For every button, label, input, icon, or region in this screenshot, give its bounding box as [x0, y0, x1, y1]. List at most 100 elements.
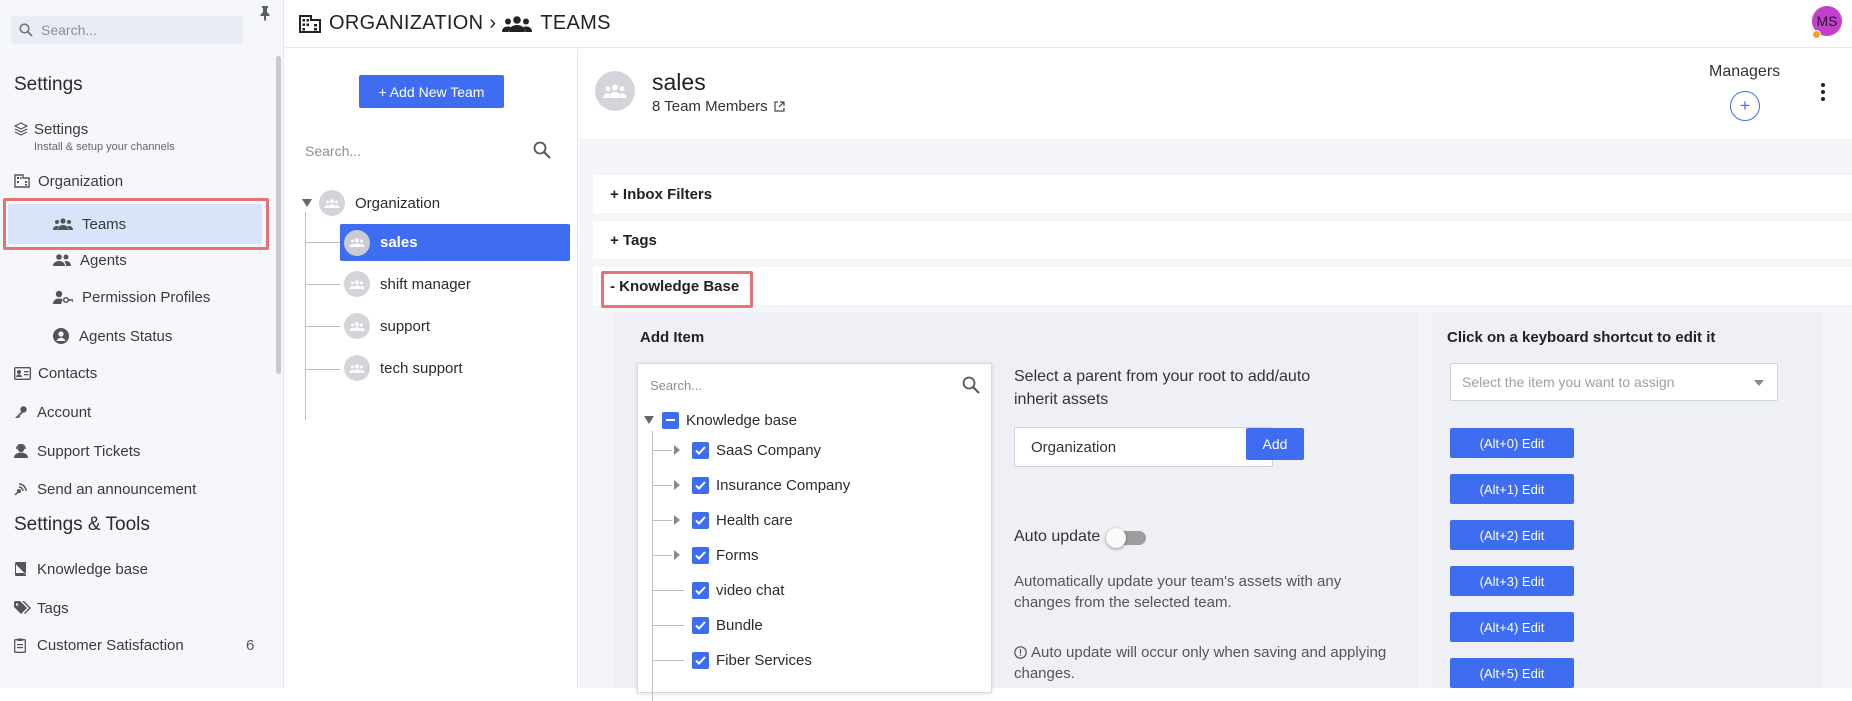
- breadcrumb-separator: ›: [489, 12, 497, 34]
- sidebar-item-organization[interactable]: Organization: [14, 170, 123, 192]
- team-avatar-icon: [344, 313, 370, 339]
- checkbox-checked[interactable]: [692, 476, 709, 494]
- team-item-label: shift manager: [380, 275, 471, 293]
- search-icon[interactable]: [962, 376, 980, 394]
- tree-line: [652, 485, 672, 486]
- team-item-tech-support[interactable]: tech support: [344, 355, 463, 381]
- team-item-label: sales: [380, 234, 418, 251]
- sidebar-item-permission-profiles[interactable]: Permission Profiles: [53, 286, 210, 308]
- team-avatar-icon: [319, 190, 345, 216]
- team-icon: [53, 218, 82, 230]
- auto-update-label: Auto update: [1014, 528, 1101, 545]
- tree-root-organization[interactable]: Organization: [302, 190, 440, 216]
- collapse-caret-icon[interactable]: [644, 416, 654, 424]
- tree-line: [305, 284, 340, 285]
- auto-update-toggle[interactable]: [1106, 528, 1146, 548]
- tags-section[interactable]: + Tags: [593, 221, 1852, 259]
- shortcut-alt-2-button[interactable]: (Alt+2) Edit: [1450, 520, 1574, 550]
- shortcuts-title: Click on a keyboard shortcut to edit it: [1447, 329, 1716, 346]
- knowledge-base-section[interactable]: - Knowledge Base: [593, 267, 1852, 305]
- kb-item[interactable]: Forms: [672, 545, 759, 565]
- sidebar-item-knowledge-base[interactable]: Knowledge base: [14, 558, 148, 580]
- parent-select[interactable]: Organization: [1014, 427, 1273, 467]
- team-members-link[interactable]: 8 Team Members: [652, 98, 785, 115]
- more-options-icon[interactable]: [1821, 83, 1825, 101]
- shortcut-alt-3-button[interactable]: (Alt+3) Edit: [1450, 566, 1574, 596]
- external-link-icon[interactable]: [774, 101, 785, 112]
- sidebar-item-subtitle: Install & setup your channels: [34, 141, 175, 153]
- sidebar-search[interactable]: [11, 16, 243, 44]
- sidebar-item-contacts[interactable]: Contacts: [14, 362, 97, 384]
- sidebar-item-agents[interactable]: Agents: [53, 249, 127, 271]
- checkbox-checked[interactable]: [692, 581, 709, 599]
- sidebar-item-send-announcement[interactable]: Send an announcement: [14, 478, 196, 500]
- keyboard-shortcuts-panel: Click on a keyboard shortcut to edit it …: [1432, 313, 1823, 688]
- broadcast-icon: [14, 482, 37, 496]
- breadcrumb: ORGANIZATION › TEAMS: [299, 12, 611, 35]
- team-item-shift-manager[interactable]: shift manager: [344, 271, 471, 297]
- sidebar-item-settings[interactable]: Settings: [14, 118, 88, 140]
- key-icon: [14, 405, 37, 419]
- assign-item-select[interactable]: Select the item you want to assign: [1450, 363, 1778, 401]
- sidebar-item-agents-status[interactable]: Agents Status: [53, 325, 172, 347]
- add-new-team-button[interactable]: + Add New Team: [359, 75, 504, 108]
- add-manager-button[interactable]: +: [1730, 91, 1760, 121]
- kb-item[interactable]: Fiber Services: [692, 650, 812, 670]
- kb-item-label: video chat: [716, 581, 785, 599]
- collapse-caret-icon[interactable]: [302, 199, 312, 207]
- tree-line: [652, 625, 684, 626]
- info-icon: [1014, 646, 1027, 659]
- indeterminate-checkbox[interactable]: [662, 411, 679, 429]
- breadcrumb-root[interactable]: ORGANIZATION: [329, 12, 483, 35]
- team-search-input[interactable]: [305, 139, 505, 163]
- clipboard-icon: [14, 638, 37, 653]
- team-search[interactable]: [305, 139, 551, 165]
- shortcut-alt-0-button[interactable]: (Alt+0) Edit: [1450, 428, 1574, 458]
- team-item-label: support: [380, 317, 431, 335]
- shortcut-alt-4-button[interactable]: (Alt+4) Edit: [1450, 612, 1574, 642]
- team-avatar-icon: [344, 355, 370, 381]
- expand-caret-icon[interactable]: [672, 445, 682, 455]
- sidebar-item-teams-content[interactable]: Teams: [53, 213, 126, 235]
- search-icon[interactable]: [533, 141, 551, 159]
- kb-search[interactable]: [650, 374, 980, 398]
- sidebar-item-customer-satisfaction[interactable]: Customer Satisfaction: [14, 634, 184, 656]
- tree-line: [305, 242, 340, 243]
- building-icon: [299, 14, 321, 33]
- team-item-support[interactable]: support: [344, 313, 430, 339]
- kb-item[interactable]: SaaS Company: [672, 440, 821, 460]
- add-parent-button[interactable]: Add: [1246, 428, 1304, 460]
- sidebar-item-account[interactable]: Account: [14, 401, 91, 423]
- checkbox-checked[interactable]: [692, 511, 709, 529]
- expand-caret-icon[interactable]: [672, 515, 682, 525]
- assign-select-placeholder: Select the item you want to assign: [1462, 374, 1675, 390]
- kb-item[interactable]: video chat: [692, 580, 784, 600]
- team-item-sales[interactable]: sales: [340, 224, 570, 261]
- expand-caret-icon[interactable]: [672, 480, 682, 490]
- support-agent-icon: [14, 444, 37, 458]
- checkbox-checked[interactable]: [692, 441, 709, 459]
- sidebar-item-support-tickets[interactable]: Support Tickets: [14, 440, 140, 462]
- shortcut-alt-1-button[interactable]: (Alt+1) Edit: [1450, 474, 1574, 504]
- kb-item[interactable]: Insurance Company: [672, 475, 850, 495]
- sidebar-item-tags[interactable]: Tags: [14, 597, 69, 619]
- kb-item[interactable]: Health care: [672, 510, 793, 530]
- kb-item[interactable]: Bundle: [692, 615, 763, 635]
- pin-icon[interactable]: [258, 5, 272, 21]
- shortcut-alt-5-button[interactable]: (Alt+5) Edit: [1450, 658, 1574, 688]
- add-item-title: Add Item: [640, 329, 705, 346]
- checkbox-checked[interactable]: [692, 546, 709, 564]
- expand-caret-icon[interactable]: [672, 550, 682, 560]
- kb-root[interactable]: Knowledge base: [644, 410, 797, 430]
- tree-line: [652, 555, 672, 556]
- sidebar-scrollbar[interactable]: [276, 56, 281, 374]
- checkbox-checked[interactable]: [692, 651, 709, 669]
- sidebar-item-teams[interactable]: [8, 204, 262, 244]
- kb-root-label: Knowledge base: [686, 411, 797, 429]
- sidebar-search-input[interactable]: [41, 20, 237, 40]
- inbox-filters-section[interactable]: + Inbox Filters: [593, 175, 1852, 213]
- kb-item-label: SaaS Company: [716, 441, 822, 459]
- tree-line: [305, 326, 340, 327]
- checkbox-checked[interactable]: [692, 616, 709, 634]
- kb-search-input[interactable]: [650, 374, 930, 396]
